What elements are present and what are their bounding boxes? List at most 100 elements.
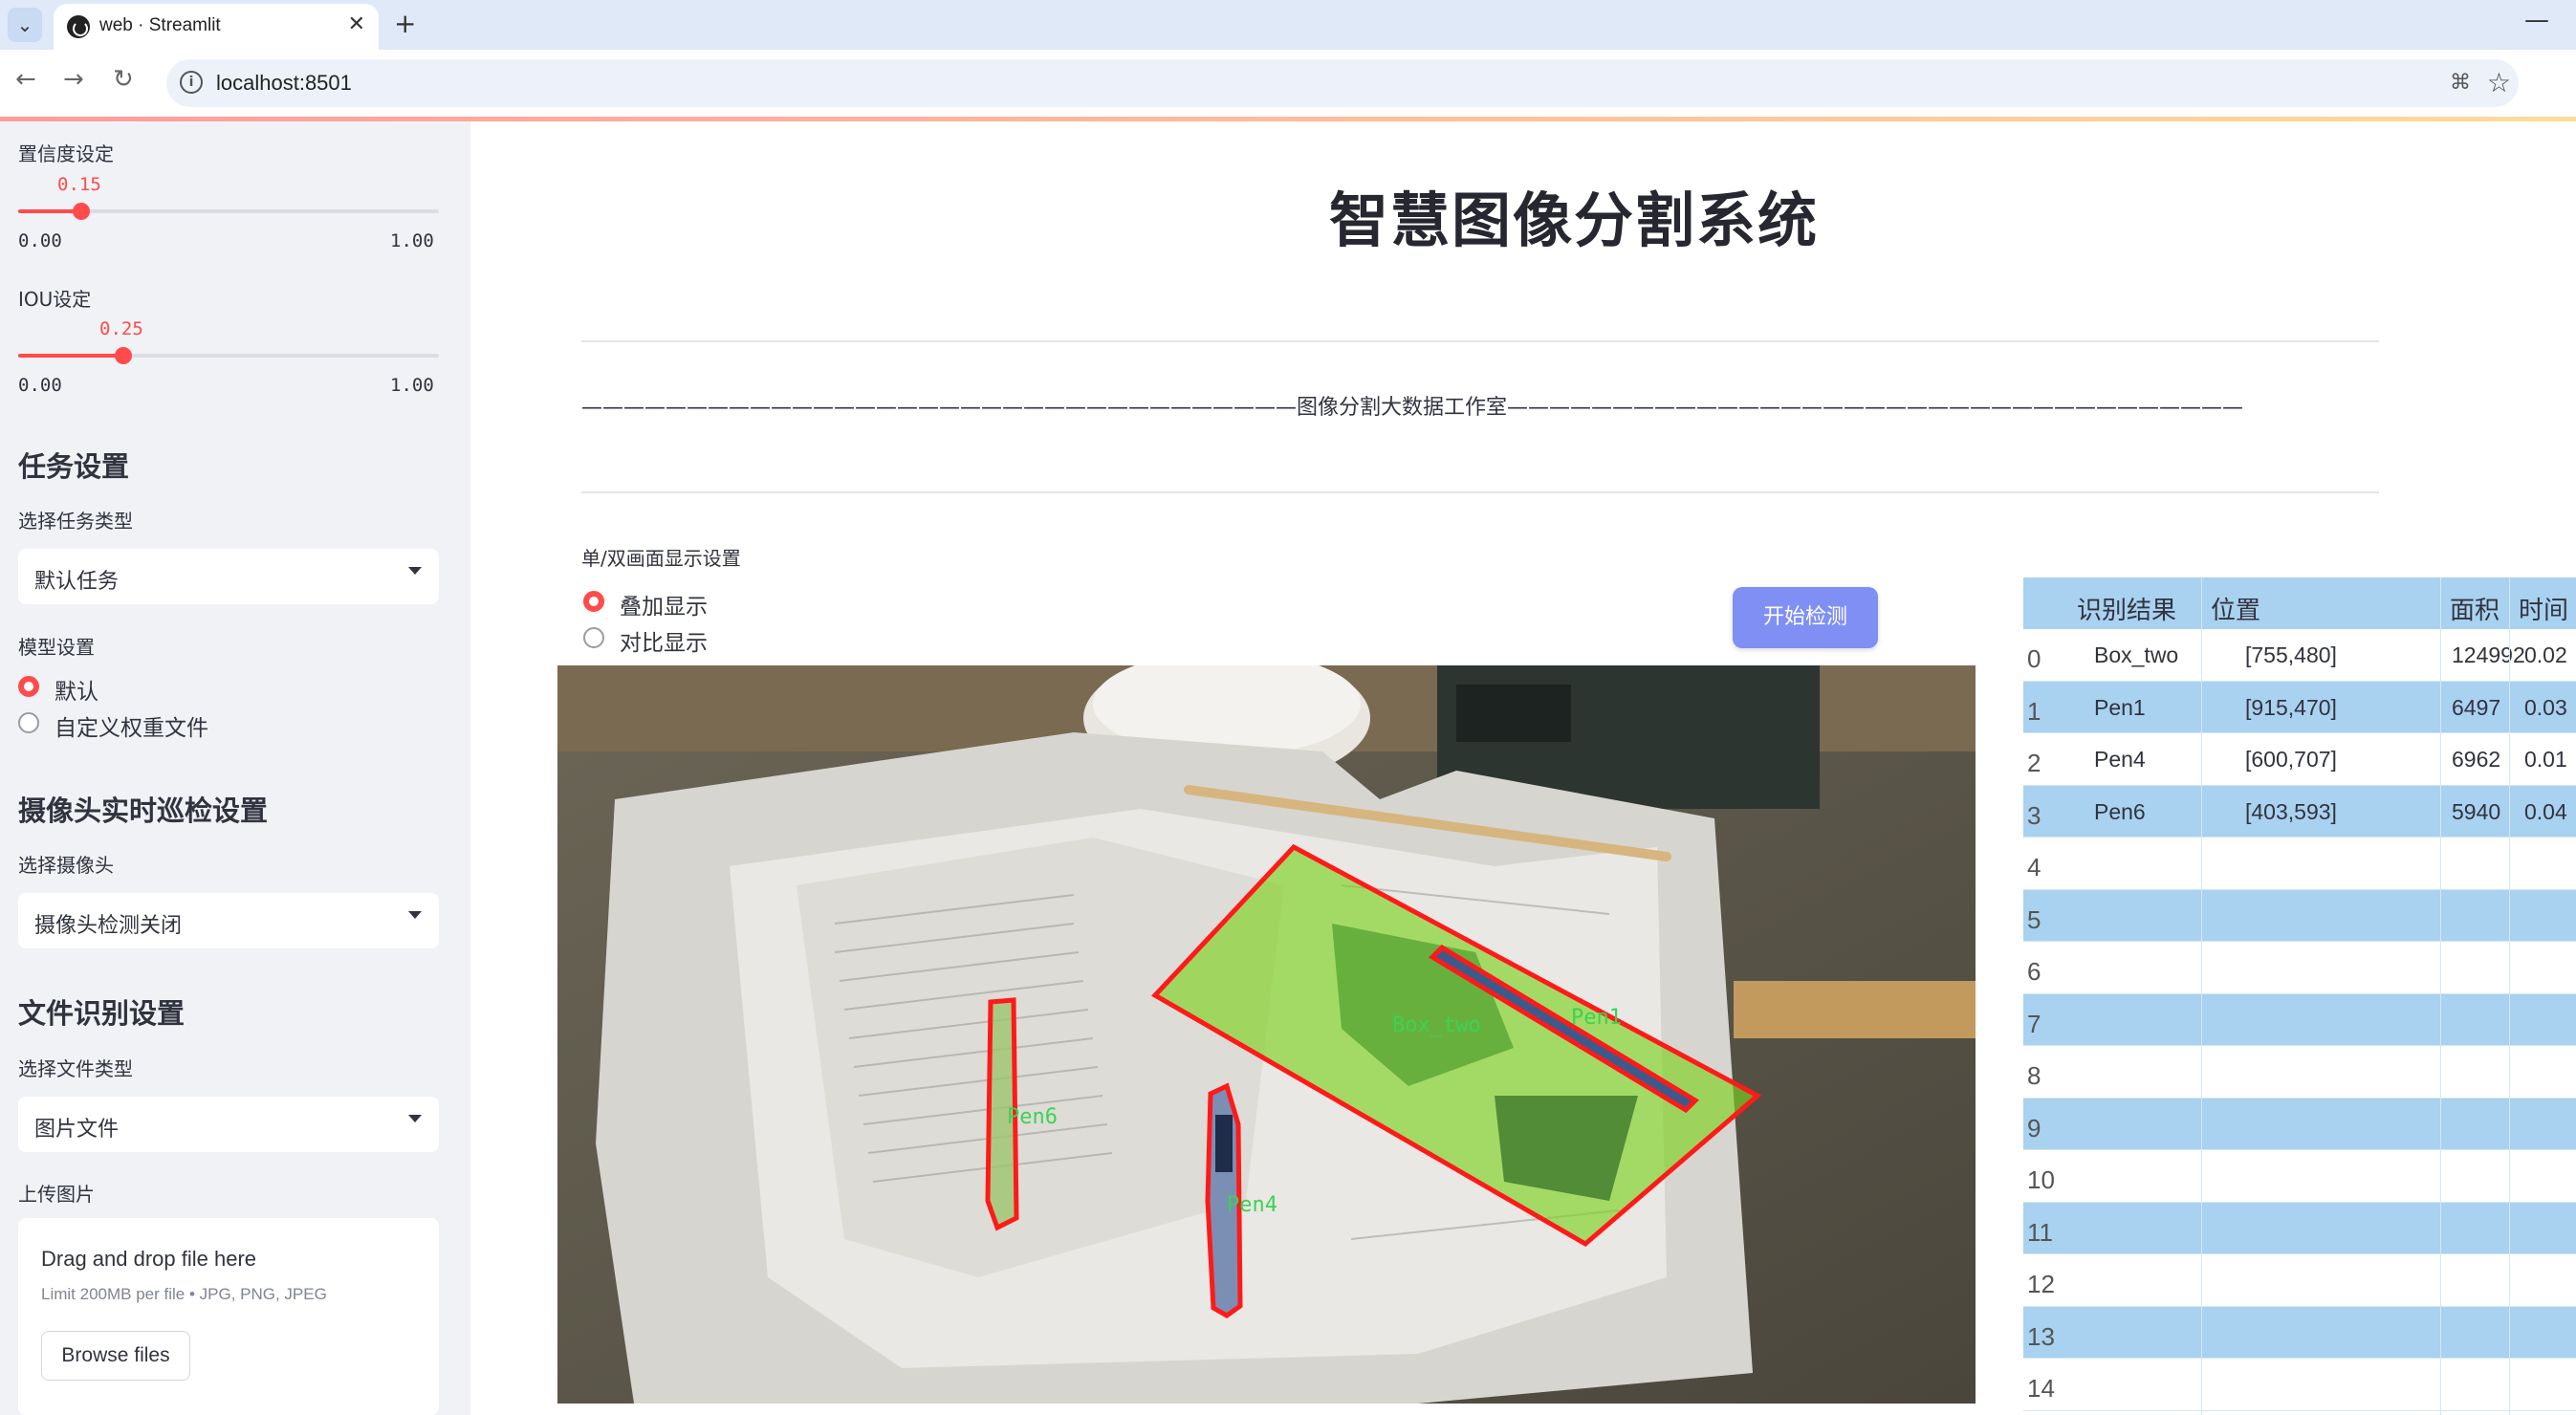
cell-time: 0.04 bbox=[2524, 798, 2567, 824]
row-index: 7 bbox=[2027, 1009, 2041, 1038]
column-header-position[interactable]: 位置 bbox=[2211, 591, 2260, 626]
radio-selected-icon[interactable] bbox=[583, 591, 604, 612]
table-row[interactable]: 7 bbox=[2023, 993, 2576, 1046]
tab-title: web · Streamlit bbox=[99, 15, 221, 35]
url-field[interactable]: i localhost:8501 ⌘ ☆ bbox=[166, 59, 2519, 107]
row-index: 11 bbox=[2027, 1217, 2053, 1247]
radio-selected-icon[interactable] bbox=[18, 676, 39, 697]
dropzone-title: Drag and drop file here bbox=[41, 1247, 257, 1271]
task-section-title: 任务设置 bbox=[18, 450, 130, 483]
task-type-select[interactable]: 默认任务 bbox=[18, 549, 439, 604]
back-icon[interactable]: ← bbox=[15, 65, 36, 94]
table-row[interactable]: 14 bbox=[2023, 1359, 2576, 1411]
display-option-label: 叠加显示 bbox=[620, 595, 708, 620]
row-index: 6 bbox=[2027, 957, 2041, 986]
iou-slider-thumb[interactable] bbox=[115, 347, 132, 364]
new-tab-icon[interactable]: + bbox=[394, 8, 416, 39]
confidence-max: 1.00 bbox=[390, 230, 434, 251]
row-index: 10 bbox=[2027, 1165, 2055, 1194]
table-row[interactable]: 1 Pen1 [915,470] 6497 0.03 bbox=[2023, 681, 2576, 733]
scene-illustration: Box_two Pen1 Pen4 Pen6 bbox=[557, 665, 1976, 1404]
page-title: 智慧图像分割系统 bbox=[1329, 185, 1820, 255]
chevron-down-icon bbox=[408, 1115, 422, 1122]
cell-position: [755,480] bbox=[2245, 642, 2337, 667]
cell-position: [915,470] bbox=[2245, 694, 2337, 720]
table-row[interactable]: 5 bbox=[2023, 889, 2576, 942]
column-divider bbox=[2440, 577, 2441, 1415]
file-dropzone[interactable]: Drag and drop file here Limit 200MB per … bbox=[18, 1218, 439, 1415]
table-header: 识别结果 位置 面积 时间 bbox=[2023, 577, 2576, 629]
start-detection-button[interactable]: 开始检测 bbox=[1733, 587, 1878, 648]
mask-label-pen6: Pen6 bbox=[1007, 1105, 1058, 1129]
cell-time: 0.02 bbox=[2524, 642, 2567, 667]
iou-value: 0.25 bbox=[99, 318, 143, 339]
file-type-selected: 图片文件 bbox=[34, 1118, 120, 1142]
column-header-result[interactable]: 识别结果 bbox=[2077, 591, 2176, 626]
cell-area: 5940 bbox=[2452, 798, 2501, 824]
confidence-value: 0.15 bbox=[57, 174, 101, 195]
radio-unselected-icon[interactable] bbox=[18, 712, 39, 733]
camera-select[interactable]: 摄像头检测关闭 bbox=[18, 893, 439, 948]
browser-tab[interactable]: web · Streamlit ✕ bbox=[54, 4, 379, 50]
table-row[interactable]: 11 bbox=[2023, 1202, 2576, 1254]
iou-slider[interactable] bbox=[18, 347, 439, 364]
iou-max: 1.00 bbox=[390, 375, 434, 396]
divider-top bbox=[581, 340, 2379, 342]
iou-slider-fill bbox=[18, 354, 123, 358]
table-row[interactable]: 9 bbox=[2023, 1098, 2576, 1150]
cell-time: 0.03 bbox=[2524, 694, 2567, 720]
cell-result: Pen4 bbox=[2094, 747, 2146, 772]
cell-area: 6497 bbox=[2452, 694, 2501, 720]
cell-time: 0.01 bbox=[2524, 747, 2567, 772]
cell-area: 124992 bbox=[2452, 642, 2525, 667]
chevron-down-icon bbox=[408, 911, 422, 919]
table-row[interactable]: 6 bbox=[2023, 942, 2576, 994]
url-text: localhost:8501 bbox=[216, 71, 352, 95]
table-row[interactable]: 8 bbox=[2023, 1046, 2576, 1099]
tab-search-icon[interactable]: ⌄ bbox=[8, 8, 42, 42]
table-row[interactable]: 10 bbox=[2023, 1150, 2576, 1203]
row-index: 12 bbox=[2027, 1270, 2055, 1298]
minimize-window-icon[interactable]: — bbox=[2524, 6, 2549, 34]
cell-area: 6962 bbox=[2452, 747, 2501, 772]
cell-position: [403,593] bbox=[2245, 798, 2337, 824]
row-index: 2 bbox=[2027, 749, 2041, 777]
column-header-time[interactable]: 时间 bbox=[2519, 591, 2568, 626]
bookmark-star-icon[interactable]: ☆ bbox=[2487, 67, 2511, 98]
model-settings-label: 模型设置 bbox=[18, 636, 95, 659]
task-select-label: 选择任务类型 bbox=[18, 510, 133, 533]
table-row[interactable]: 3 Pen6 [403,593] 5940 0.04 bbox=[2023, 785, 2576, 838]
confidence-slider[interactable] bbox=[18, 203, 439, 220]
file-type-label: 选择文件类型 bbox=[18, 1057, 133, 1080]
results-table[interactable]: 0 Box_two [755,480] 124992 0.02 1 Pen1 [915,470… bbox=[2023, 577, 2576, 1415]
address-bar: ← → ↻ i localhost:8501 ⌘ ☆ bbox=[0, 50, 2576, 117]
column-divider bbox=[2509, 577, 2510, 1415]
reload-icon[interactable]: ↻ bbox=[113, 65, 134, 94]
site-info-icon[interactable]: i bbox=[180, 71, 203, 94]
cell-result: Pen1 bbox=[2094, 694, 2146, 720]
sidebar: 置信度设定 0.15 0.00 1.00 IOU设定 0.25 0.00 1.0… bbox=[0, 121, 470, 1415]
table-row[interactable]: 4 bbox=[2023, 838, 2576, 890]
camera-select-label: 选择摄像头 bbox=[18, 854, 114, 877]
table-row[interactable]: 12 bbox=[2023, 1254, 2576, 1307]
forward-icon[interactable]: → bbox=[63, 65, 84, 94]
divider-bottom bbox=[581, 491, 2379, 493]
browse-files-button[interactable]: Browse files bbox=[41, 1331, 190, 1381]
row-index: 1 bbox=[2027, 696, 2041, 726]
file-section-title: 文件识别设置 bbox=[18, 997, 186, 1030]
radio-unselected-icon[interactable] bbox=[583, 627, 604, 648]
segmentation-result-image: Box_two Pen1 Pen4 Pen6 bbox=[557, 665, 1976, 1404]
model-option-label: 默认 bbox=[55, 680, 98, 705]
translate-icon[interactable]: ⌘ bbox=[2450, 71, 2471, 95]
close-tab-icon[interactable]: ✕ bbox=[348, 12, 365, 36]
row-index: 4 bbox=[2027, 853, 2041, 882]
file-type-select[interactable]: 图片文件 bbox=[18, 1097, 439, 1152]
table-row[interactable]: 2 Pen4 [600,707] 6962 0.01 bbox=[2023, 733, 2576, 786]
confidence-slider-thumb[interactable] bbox=[73, 203, 90, 220]
cell-result: Pen6 bbox=[2094, 798, 2146, 824]
column-header-area[interactable]: 面积 bbox=[2450, 591, 2500, 626]
table-row[interactable]: 0 Box_two [755,480] 124992 0.02 bbox=[2023, 629, 2576, 682]
mask-label-box-two: Box_two bbox=[1392, 1013, 1481, 1037]
table-row[interactable]: 13 bbox=[2023, 1306, 2576, 1359]
row-index: 5 bbox=[2027, 904, 2041, 934]
